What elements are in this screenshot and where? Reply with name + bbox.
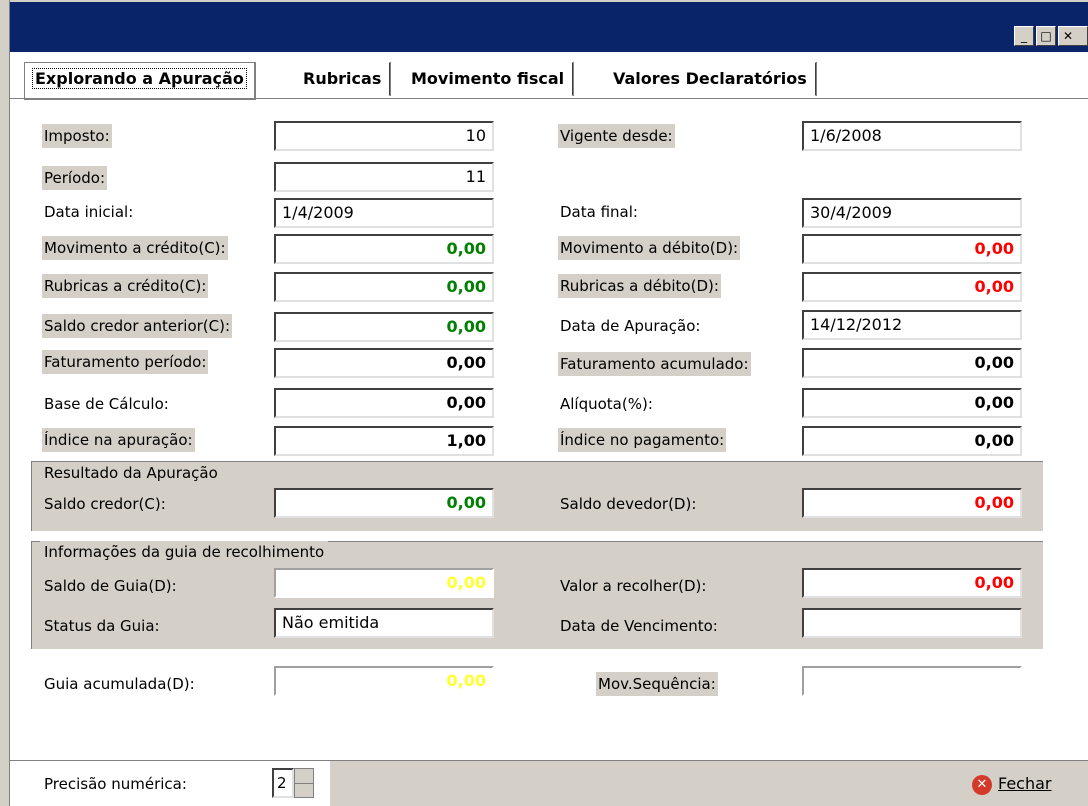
- valor-recolher-field[interactable]: 0,00: [802, 568, 1022, 598]
- data-apuracao-field[interactable]: 14/12/2012: [802, 310, 1022, 340]
- maximize-icon: □: [1040, 29, 1052, 43]
- saldo-credor-field[interactable]: 0,00: [274, 488, 494, 518]
- tab-valores-declaratorios[interactable]: Valores Declaratórios: [604, 62, 816, 96]
- mov-sequencia-label: Mov.Sequência:: [596, 672, 718, 696]
- minimize-button[interactable]: _: [1014, 26, 1034, 46]
- indice-pagamento-field[interactable]: 0,00: [802, 426, 1022, 456]
- tab-movimento-fiscal[interactable]: Movimento fiscal: [402, 62, 574, 96]
- rub-credito-label: Rubricas a crédito(C):: [42, 274, 209, 298]
- precisao-label: Precisão numérica:: [44, 775, 187, 793]
- faturamento-acumulado-label: Faturamento acumulado:: [558, 352, 751, 376]
- mov-sequencia-field[interactable]: [802, 666, 1022, 696]
- saldo-credor-anterior-field[interactable]: 0,00: [274, 312, 494, 342]
- data-inicial-field[interactable]: 1/4/2009: [274, 198, 494, 228]
- mov-credito-field[interactable]: 0,00: [274, 234, 494, 264]
- saldo-credor-label: Saldo credor(C):: [44, 495, 166, 513]
- maximize-button[interactable]: □: [1036, 26, 1056, 46]
- rub-credito-field[interactable]: 0,00: [274, 272, 494, 302]
- faturamento-periodo-field[interactable]: 0,00: [274, 348, 494, 378]
- tab-rubricas[interactable]: Rubricas: [294, 62, 391, 96]
- periodo-label: Período:: [42, 166, 108, 190]
- rub-debito-field[interactable]: 0,00: [802, 272, 1022, 302]
- rub-debito-label: Rubricas a débito(D):: [558, 274, 721, 298]
- base-calculo-label: Base de Cálculo:: [44, 395, 169, 413]
- window-left-border: [0, 0, 10, 806]
- close-window-button[interactable]: ✕: [1058, 26, 1088, 46]
- faturamento-periodo-label: Faturamento período:: [42, 350, 209, 374]
- vigente-desde-label: Vigente desde:: [558, 124, 675, 148]
- saldo-guia-label: Saldo de Guia(D):: [44, 577, 177, 595]
- aliquota-field[interactable]: 0,00: [802, 388, 1022, 418]
- base-calculo-field[interactable]: 0,00: [274, 388, 494, 418]
- valor-recolher-label: Valor a recolher(D):: [560, 577, 707, 595]
- saldo-devedor-field[interactable]: 0,00: [802, 488, 1022, 518]
- mov-debito-label: Movimento a débito(D):: [558, 236, 741, 260]
- close-icon: ✕: [1063, 29, 1074, 43]
- minimize-icon: _: [1021, 29, 1027, 43]
- indice-pagamento-label: Índice no pagamento:: [558, 428, 727, 452]
- tab-panel: [10, 98, 1088, 748]
- imposto-label: Imposto:: [42, 124, 112, 148]
- precisao-input[interactable]: 2: [272, 768, 294, 798]
- aliquota-label: Alíquota(%):: [560, 395, 653, 413]
- precisao-spinner[interactable]: [294, 768, 314, 798]
- spin-down-button[interactable]: [295, 784, 313, 797]
- guia-acumulada-label: Guia acumulada(D):: [44, 675, 195, 693]
- guia-group-title: Informações da guia de recolhimento: [40, 541, 329, 563]
- saldo-credor-anterior-label: Saldo credor anterior(C):: [42, 314, 233, 338]
- saldo-devedor-label: Saldo devedor(D):: [560, 495, 697, 513]
- fechar-label: Fechar: [998, 774, 1052, 793]
- data-final-label: Data final:: [560, 203, 638, 221]
- vigente-desde-field[interactable]: 1/6/2008: [802, 121, 1022, 151]
- imposto-field[interactable]: 10: [274, 121, 494, 151]
- mov-credito-label: Movimento a crédito(C):: [42, 236, 228, 260]
- mov-debito-field[interactable]: 0,00: [802, 234, 1022, 264]
- data-vencimento-field[interactable]: [802, 608, 1022, 638]
- indice-apuracao-label: Índice na apuração:: [42, 428, 195, 452]
- data-final-field[interactable]: 30/4/2009: [802, 198, 1022, 228]
- tab-explorando-apuracao[interactable]: Explorando a Apuração: [24, 62, 255, 100]
- title-bar[interactable]: [0, 0, 1088, 52]
- periodo-field[interactable]: 11: [274, 162, 494, 192]
- guia-acumulada-field[interactable]: 0,00: [274, 666, 494, 696]
- faturamento-acumulado-field[interactable]: 0,00: [802, 348, 1022, 378]
- close-icon: ✕: [972, 774, 992, 795]
- resultado-group-title: Resultado da Apuração: [40, 462, 222, 484]
- status-guia-field[interactable]: Não emitida: [274, 608, 494, 638]
- saldo-guia-field[interactable]: 0,00: [274, 568, 494, 598]
- spin-up-button[interactable]: [295, 769, 313, 784]
- data-inicial-label: Data inicial:: [44, 203, 134, 221]
- data-apuracao-label: Data de Apuração:: [560, 317, 701, 335]
- fechar-button[interactable]: ✕ Fechar: [972, 768, 1082, 800]
- indice-apuracao-field[interactable]: 1,00: [274, 426, 494, 456]
- status-guia-label: Status da Guia:: [44, 617, 160, 635]
- data-vencimento-label: Data de Vencimento:: [560, 617, 718, 635]
